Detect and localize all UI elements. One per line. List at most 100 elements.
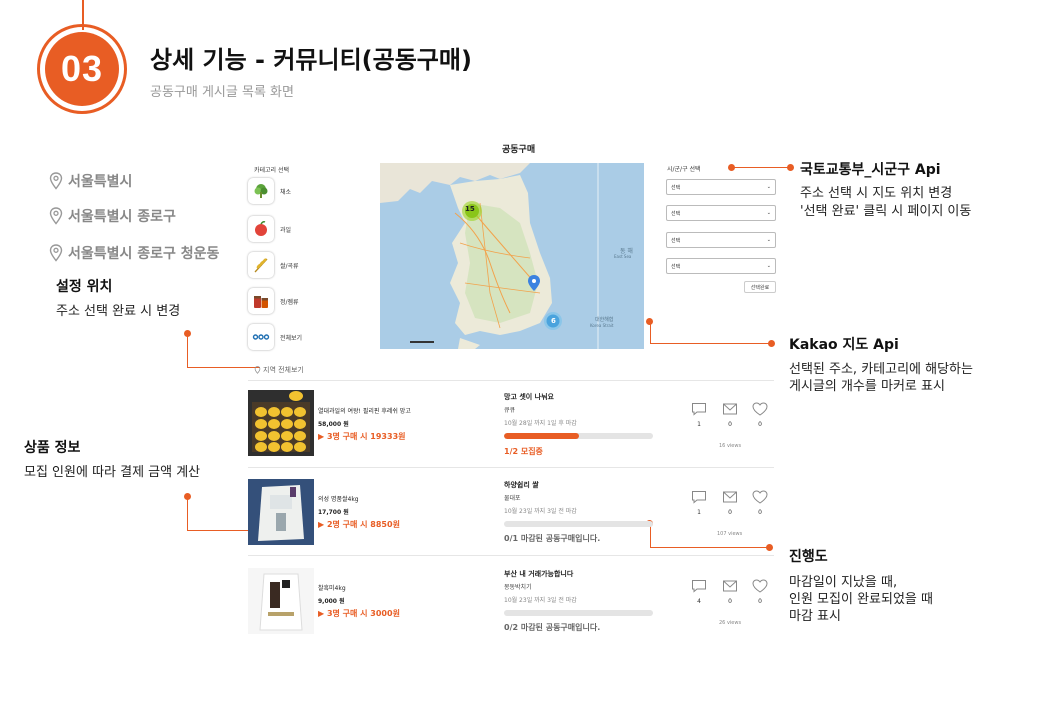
- category-name: 정/젬류: [280, 298, 299, 306]
- progress-bar: [504, 433, 653, 439]
- section-number: 03: [45, 32, 119, 106]
- page-subtitle: 공동구매 게시글 목록 화면: [150, 85, 294, 100]
- chevron-down-icon: ⌄: [766, 184, 771, 190]
- view-count: 107 views: [717, 531, 743, 537]
- map-cluster-count[interactable]: 15: [465, 205, 475, 213]
- product-image-black-rice[interactable]: [248, 568, 314, 634]
- message-button[interactable]: [722, 401, 738, 420]
- chevron-down-icon: ⌄: [766, 237, 771, 243]
- region-select-1[interactable]: 선택 ⌄: [666, 179, 776, 195]
- like-button[interactable]: [752, 578, 768, 597]
- region-api-annotation-title: 국토교통부_시군구 Api: [800, 162, 941, 178]
- progress-annotation-text-1: 마감일이 지났을 때,: [789, 575, 898, 590]
- select-value: 선택: [671, 210, 681, 217]
- map-strait-label: 대한해협: [595, 317, 614, 323]
- wheat-icon: [248, 252, 274, 278]
- product-price: 17,700 원: [318, 509, 349, 516]
- product-name[interactable]: 찰흑미4kg: [318, 583, 346, 592]
- progress-bar: [504, 521, 653, 527]
- comment-count: 1: [697, 509, 701, 516]
- category-fruit[interactable]: 과일: [248, 216, 291, 242]
- map-cluster-count[interactable]: 6: [551, 317, 556, 325]
- more-dots-icon: [248, 324, 274, 350]
- progress-fill: [504, 433, 579, 439]
- location-pin-icon: [49, 172, 63, 190]
- like-button[interactable]: [752, 489, 768, 508]
- list-divider: [248, 380, 774, 381]
- location-level-1: 서울특별시: [48, 171, 132, 191]
- mail-icon: [723, 491, 737, 503]
- select-value: 선택: [671, 237, 681, 244]
- annotation-line: [187, 367, 260, 368]
- comment-icon: [692, 491, 706, 504]
- view-count: 26 views: [719, 620, 742, 626]
- category-name: 채소: [280, 188, 292, 196]
- progress-annotation-text-3: 마감 표시: [789, 609, 841, 624]
- product-image-rice[interactable]: [248, 479, 314, 545]
- post-title[interactable]: 부산 내 거래가능합니다: [504, 569, 573, 579]
- annotation-line: [187, 334, 188, 367]
- location-level-3: 서울특별시 종로구 청운동: [48, 243, 219, 263]
- category-jam[interactable]: 정/젬류: [248, 288, 299, 314]
- annotation-line: [187, 530, 249, 531]
- region-select-label: 시/군/구 선택: [667, 166, 701, 173]
- annotation-line: [650, 524, 651, 548]
- like-count: 0: [758, 598, 762, 605]
- location-pin-icon: [49, 207, 63, 225]
- kakao-annotation-title: Kakao 지도 Api: [789, 337, 899, 353]
- message-count: 0: [728, 421, 732, 428]
- comment-button[interactable]: [691, 578, 707, 597]
- comment-button[interactable]: [691, 401, 707, 420]
- region-select-4[interactable]: 선택 ⌄: [666, 258, 776, 274]
- post-status: 0/2 마감된 공동구매입니다.: [504, 623, 601, 632]
- annotation-line: [733, 167, 788, 168]
- category-vegetable[interactable]: 채소: [248, 178, 291, 204]
- view-count: 16 views: [719, 443, 742, 449]
- post-title[interactable]: 하양쉽리 쌀: [504, 480, 539, 490]
- post-deadline: 10월 23일 까지 3일 전 마감: [504, 508, 577, 515]
- annotation-dot: [787, 164, 794, 171]
- message-button[interactable]: [722, 578, 738, 597]
- category-grain[interactable]: 쌀/곡류: [248, 252, 299, 278]
- location-text: 서울특별시 종로구: [68, 209, 176, 225]
- chevron-down-icon: ⌄: [766, 263, 771, 269]
- location-pin-icon: [254, 366, 261, 374]
- mail-icon: [723, 580, 737, 592]
- vegetable-icon: [248, 178, 274, 204]
- comment-icon: [692, 403, 706, 416]
- region-api-annotation-text-1: 주소 선택 시 지도 위치 변경: [800, 186, 953, 201]
- comment-count: 1: [697, 421, 701, 428]
- select-value: 선택: [671, 263, 681, 270]
- message-button[interactable]: [722, 489, 738, 508]
- kakao-annotation-text-2: 게시글의 개수를 마커로 표시: [789, 379, 945, 394]
- category-name: 전체보기: [280, 334, 303, 342]
- product-name[interactable]: 의성 명품쌀4kg: [318, 494, 359, 503]
- post-deadline: 10월 28일 까지 1일 후 마감: [504, 420, 577, 427]
- message-count: 0: [728, 509, 732, 516]
- heart-icon: [752, 579, 768, 593]
- list-divider: [248, 467, 774, 468]
- region-select-2[interactable]: 선택 ⌄: [666, 205, 776, 221]
- region-select-3[interactable]: 선택 ⌄: [666, 232, 776, 248]
- product-price: 9,000 원: [318, 598, 345, 605]
- category-name: 과일: [280, 226, 292, 234]
- post-title[interactable]: 망고 셋이 나눠요: [504, 392, 554, 402]
- post-location: 몽동박치기: [504, 584, 532, 591]
- comment-icon: [692, 580, 706, 593]
- progress-annotation-title: 진행도: [789, 549, 828, 565]
- product-image-mango[interactable]: [248, 390, 314, 456]
- comment-count: 4: [697, 598, 701, 605]
- category-label: 카테고리 선택: [254, 167, 290, 174]
- apple-icon: [248, 216, 274, 242]
- product-offer: ▶ 3명 구매 시 3000원: [318, 609, 400, 618]
- region-all-link[interactable]: 지역 전체보기: [254, 365, 304, 375]
- progress-bar: [504, 610, 653, 616]
- post-status: 0/1 마감된 공동구매입니다.: [504, 534, 601, 543]
- like-button[interactable]: [752, 401, 768, 420]
- annotation-line: [187, 497, 188, 530]
- comment-button[interactable]: [691, 489, 707, 508]
- category-all[interactable]: 전체보기: [248, 324, 302, 350]
- select-done-button[interactable]: 선택완료: [744, 281, 776, 293]
- product-name[interactable]: 열대과일의 여왕! 필리핀 후레쉬 망고: [318, 406, 411, 415]
- product-annotation-text: 모집 인원에 따라 결제 금액 계산: [24, 465, 201, 480]
